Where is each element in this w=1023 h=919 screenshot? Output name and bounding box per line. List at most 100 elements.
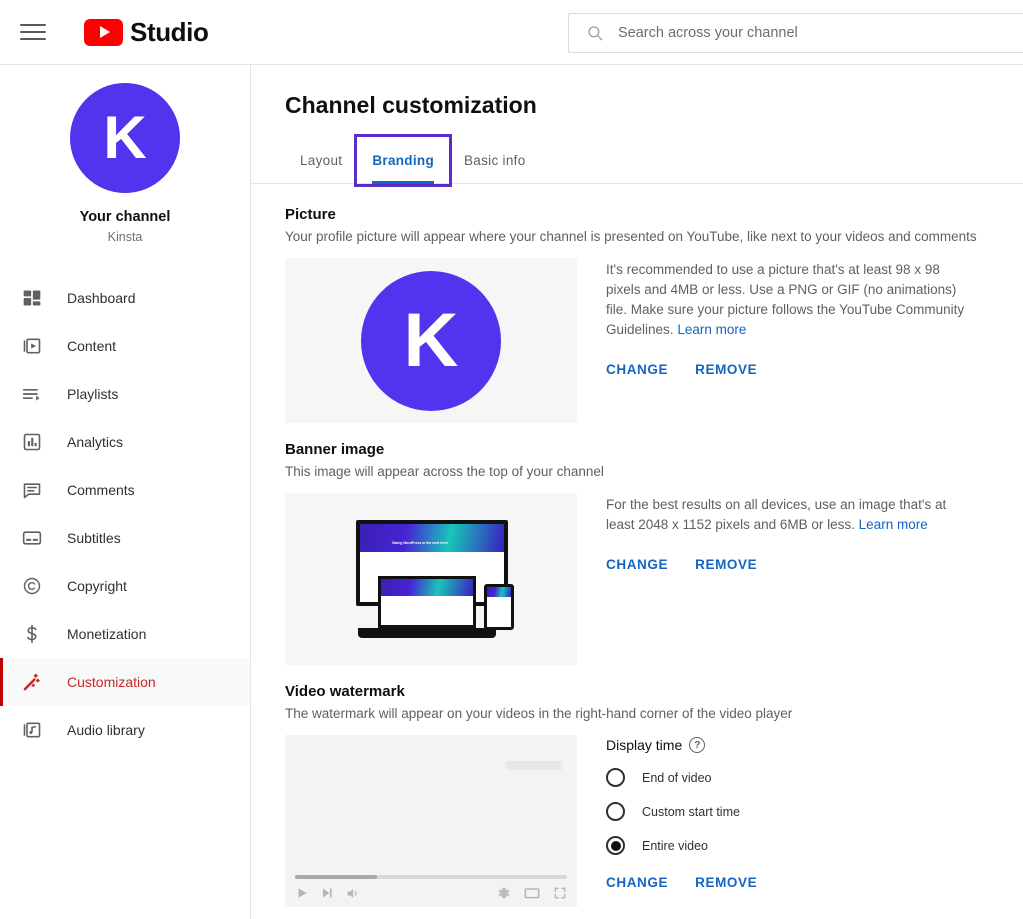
picture-help-column: It's recommended to use a picture that's… bbox=[606, 258, 976, 377]
next-icon[interactable] bbox=[320, 886, 334, 900]
banner-learn-more-link[interactable]: Learn more bbox=[859, 517, 928, 532]
watermark-remove-button[interactable]: REMOVE bbox=[695, 875, 757, 890]
radio-button[interactable] bbox=[606, 768, 625, 787]
studio-logo[interactable]: Studio bbox=[84, 16, 209, 48]
tab-label: Basic info bbox=[464, 153, 526, 168]
banner-image-preview[interactable]: Taking WordPress to the next level bbox=[285, 493, 577, 665]
profile-picture-preview[interactable]: K bbox=[285, 258, 577, 423]
playlists-icon bbox=[20, 382, 44, 406]
sidebar-item-label: Subtitles bbox=[67, 530, 121, 546]
tab-label: Branding bbox=[372, 153, 434, 168]
sidebar-item-monetization[interactable]: Monetization bbox=[0, 610, 250, 658]
watermark-logo-placeholder bbox=[506, 761, 562, 770]
play-icon[interactable] bbox=[295, 886, 309, 900]
tab-label: Layout bbox=[300, 153, 343, 168]
settings-gear-icon[interactable] bbox=[497, 886, 511, 900]
sidebar-item-label: Content bbox=[67, 338, 117, 354]
hamburger-icon[interactable] bbox=[20, 18, 48, 46]
laptop-icon bbox=[378, 576, 476, 628]
tab-bar: Layout Branding Basic info bbox=[251, 134, 1023, 187]
display-time-header: Display time ? bbox=[606, 737, 976, 753]
sidebar-item-label: Copyright bbox=[67, 578, 127, 594]
player-progress-bar[interactable] bbox=[295, 875, 567, 879]
volume-icon[interactable] bbox=[345, 886, 360, 901]
radio-end-of-video[interactable]: End of video bbox=[606, 768, 976, 787]
radio-button[interactable] bbox=[606, 836, 625, 855]
banner-actions: CHANGE REMOVE bbox=[606, 557, 976, 572]
copyright-icon bbox=[20, 574, 44, 598]
display-time-radio-group: End of video Custom start time Entire vide… bbox=[606, 768, 976, 855]
main-content: Channel customization Layout Branding Basi… bbox=[251, 65, 1023, 919]
avatar-letter: K bbox=[403, 297, 459, 383]
sidebar-item-playlists[interactable]: Playlists bbox=[0, 370, 250, 418]
watermark-actions: CHANGE REMOVE bbox=[606, 875, 976, 890]
tab-basic-info[interactable]: Basic info bbox=[449, 137, 541, 184]
sidebar-item-customization[interactable]: Customization bbox=[0, 658, 250, 706]
profile-picture-image: K bbox=[361, 270, 501, 411]
sidebar-item-subtitles[interactable]: Subtitles bbox=[0, 514, 250, 562]
laptop-base bbox=[358, 628, 496, 638]
phone-icon bbox=[484, 584, 514, 630]
channel-block: K Your channel Kinsta bbox=[0, 65, 250, 244]
theater-mode-icon[interactable] bbox=[524, 886, 540, 900]
content-icon bbox=[20, 334, 44, 358]
banner-headline: Taking WordPress to the next level bbox=[391, 541, 448, 546]
search-box[interactable] bbox=[568, 13, 1023, 53]
tab-branding[interactable]: Branding bbox=[354, 134, 452, 187]
section-banner: Banner image This image will appear acro… bbox=[285, 441, 1023, 665]
sidebar-item-label: Playlists bbox=[67, 386, 119, 402]
section-picture: Picture Your profile picture will appear… bbox=[285, 206, 1023, 423]
section-description: Your profile picture will appear where y… bbox=[285, 229, 977, 244]
sidebar-item-label: Comments bbox=[67, 482, 135, 498]
radio-label: Entire video bbox=[642, 838, 709, 853]
banner-help-text: For the best results on all devices, use… bbox=[606, 495, 976, 535]
radio-custom-start-time[interactable]: Custom start time bbox=[606, 802, 976, 821]
picture-help-body: It's recommended to use a picture that's… bbox=[606, 262, 965, 337]
radio-label: Custom start time bbox=[642, 804, 740, 819]
watermark-change-button[interactable]: CHANGE bbox=[606, 875, 668, 890]
sidebar-item-content[interactable]: Content bbox=[0, 322, 250, 370]
subtitles-icon bbox=[20, 526, 44, 550]
hamburger-line bbox=[20, 38, 46, 40]
sidebar-item-audio-library[interactable]: Audio library bbox=[0, 706, 250, 754]
banner-remove-button[interactable]: REMOVE bbox=[695, 557, 757, 572]
section-description: The watermark will appear on your videos… bbox=[285, 706, 793, 721]
branding-panel: Picture Your profile picture will appear… bbox=[251, 184, 1023, 907]
sidebar-item-dashboard[interactable]: Dashboard bbox=[0, 274, 250, 322]
sidebar-nav: Dashboard Content Playlists Analytics Commen… bbox=[0, 274, 250, 754]
radio-button[interactable] bbox=[606, 802, 625, 821]
picture-change-button[interactable]: CHANGE bbox=[606, 362, 668, 377]
sidebar-item-label: Analytics bbox=[67, 434, 124, 450]
brand-text: Studio bbox=[130, 16, 209, 47]
fullscreen-icon[interactable] bbox=[553, 886, 567, 900]
banner-help-column: For the best results on all devices, use… bbox=[606, 493, 976, 572]
sidebar-item-copyright[interactable]: Copyright bbox=[0, 562, 250, 610]
section-description: This image will appear across the top of… bbox=[285, 464, 604, 479]
radio-label: End of video bbox=[642, 770, 712, 785]
radio-entire-video[interactable]: Entire video bbox=[606, 836, 976, 855]
picture-learn-more-link[interactable]: Learn more bbox=[677, 322, 746, 337]
dashboard-icon bbox=[20, 286, 44, 310]
hamburger-line bbox=[20, 31, 46, 33]
sidebar-item-analytics[interactable]: Analytics bbox=[0, 418, 250, 466]
page-title: Channel customization bbox=[285, 92, 537, 118]
question-mark-icon[interactable]: ? bbox=[689, 737, 706, 753]
hamburger-line bbox=[20, 24, 46, 26]
display-time-label: Display time bbox=[606, 737, 683, 753]
banner-change-button[interactable]: CHANGE bbox=[606, 557, 668, 572]
dollar-icon bbox=[20, 622, 44, 646]
top-app-bar: Studio bbox=[0, 0, 1023, 65]
sidebar-item-comments[interactable]: Comments bbox=[0, 466, 250, 514]
search-input[interactable] bbox=[616, 14, 1023, 52]
section-title: Banner image bbox=[285, 441, 385, 458]
avatar-letter: K bbox=[103, 104, 147, 171]
youtube-play-icon bbox=[84, 18, 123, 46]
comments-icon bbox=[20, 478, 44, 502]
audio-library-icon bbox=[20, 718, 44, 742]
tab-layout[interactable]: Layout bbox=[285, 137, 357, 184]
watermark-player-preview[interactable] bbox=[285, 735, 577, 907]
avatar[interactable]: K bbox=[70, 83, 180, 193]
picture-remove-button[interactable]: REMOVE bbox=[695, 362, 757, 377]
magic-wand-icon bbox=[20, 670, 44, 694]
sidebar-item-label: Customization bbox=[67, 674, 156, 690]
